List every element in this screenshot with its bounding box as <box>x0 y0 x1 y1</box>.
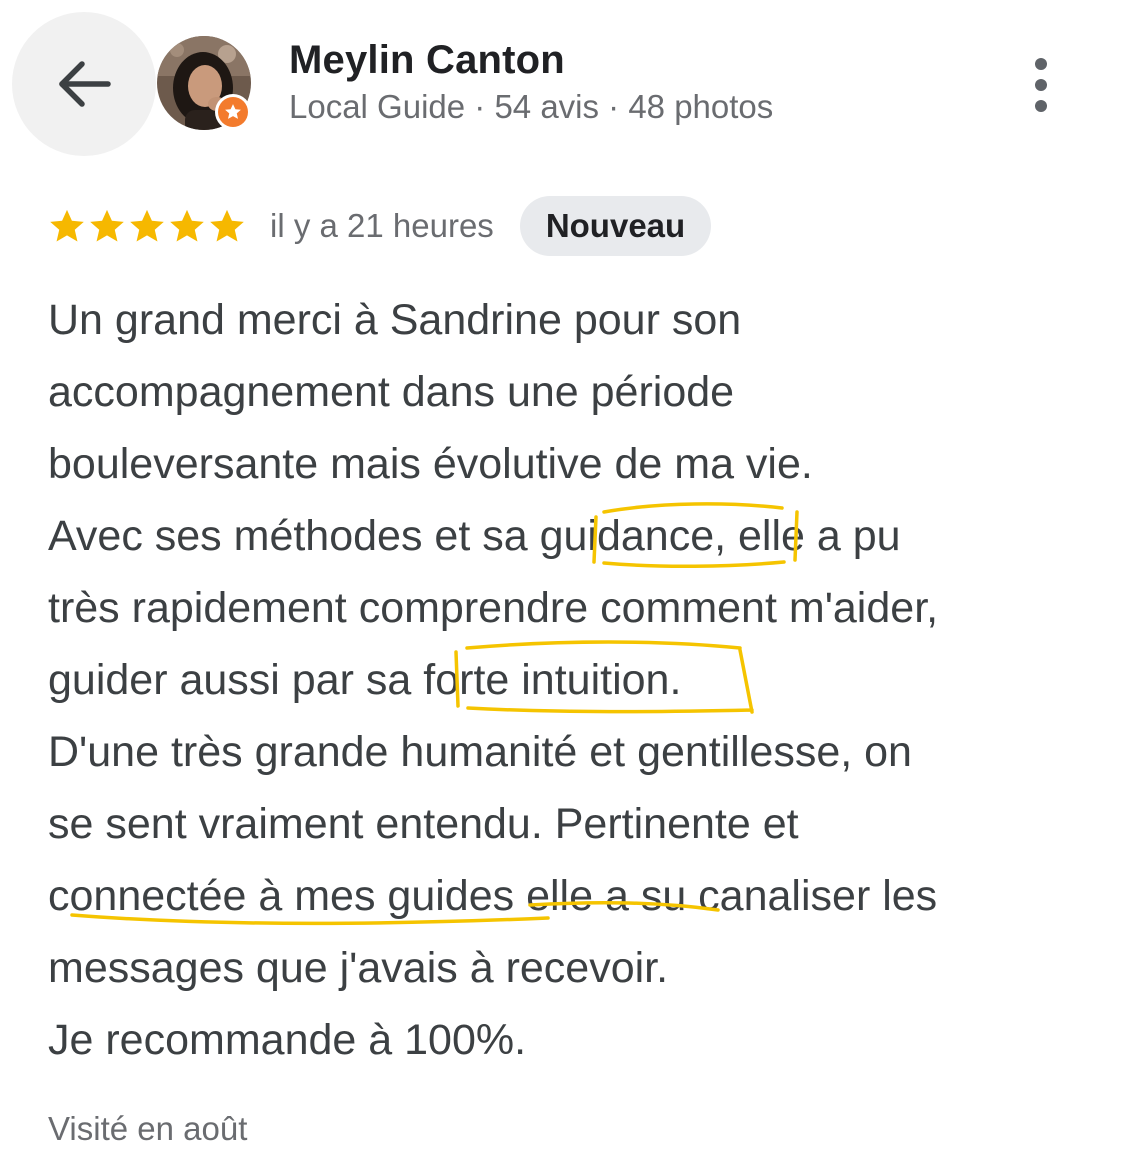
back-button[interactable] <box>12 12 156 156</box>
local-guide-star-icon <box>225 104 241 119</box>
rating-row: il y a 21 heures Nouveau <box>48 196 712 256</box>
visit-date: Visité en août <box>48 1110 248 1147</box>
local-guide-badge <box>215 94 251 130</box>
review-line: bouleversante mais évolutive de ma vie. <box>48 440 813 488</box>
review-text: Un grand merci à Sandrine pour son accom… <box>48 284 1108 1076</box>
review-line: Avec ses méthodes et sa guidance, elle a… <box>48 512 901 560</box>
review-line: Je recommande à 100%. <box>48 1016 527 1064</box>
review-line: se sent vraiment entendu. Pertinente et <box>48 800 799 848</box>
review-time: il y a 21 heures <box>270 207 494 244</box>
star-icon <box>170 209 204 242</box>
review-line: guider aussi par sa forte intuition. <box>48 656 682 704</box>
new-badge: Nouveau <box>519 196 712 256</box>
review-line: D'une très grande humanité et gentilless… <box>48 728 912 776</box>
star-icon <box>90 209 124 242</box>
review-line: accompagnement dans une période <box>48 368 735 416</box>
avatar[interactable] <box>157 36 251 130</box>
star-icon <box>50 209 84 242</box>
arrow-left-icon <box>59 61 111 107</box>
star-icon <box>130 209 164 242</box>
review-screen: Meylin Canton Local Guide · 54 avis · 48… <box>0 0 1125 1169</box>
reviewer-meta: Local Guide · 54 avis · 48 photos <box>289 88 774 125</box>
star-icon <box>210 209 244 242</box>
more-vertical-icon <box>1035 58 1047 70</box>
reviewer-name[interactable]: Meylin Canton <box>289 38 565 83</box>
review-line: Un grand merci à Sandrine pour son <box>48 296 742 344</box>
more-options-button[interactable] <box>1016 52 1066 118</box>
star-rating <box>48 207 246 245</box>
review-line: très rapidement comprendre comment m'aid… <box>48 584 939 632</box>
review-line: messages que j'avais à recevoir. <box>48 944 669 992</box>
review-line: connectée à mes guides elle a su canalis… <box>48 872 938 920</box>
